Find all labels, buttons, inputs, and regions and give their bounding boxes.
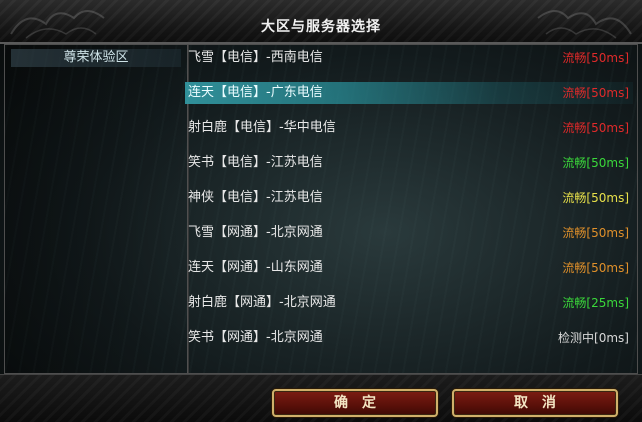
- server-status: 流畅[25ms]: [562, 296, 629, 310]
- server-name: 飞雪【网通】-北京网通: [188, 225, 323, 240]
- server-row[interactable]: 神侠【电信】-江苏电信 流畅[50ms]: [185, 187, 633, 209]
- server-status: 检测中[0ms]: [558, 331, 629, 345]
- cancel-button-label: 取消: [514, 395, 570, 411]
- server-row[interactable]: 连天【网通】-山东网通 流畅[50ms]: [185, 257, 633, 279]
- server-row[interactable]: 笑书【电信】-江苏电信 流畅[50ms]: [185, 152, 633, 174]
- server-status: 流畅[50ms]: [562, 191, 629, 205]
- server-row[interactable]: 射白鹿【电信】-华中电信 流畅[50ms]: [185, 117, 633, 139]
- cloud-ornament-icon: [537, 10, 632, 39]
- server-name: 神侠【电信】-江苏电信: [188, 190, 323, 205]
- server-status: 流畅[50ms]: [562, 86, 629, 100]
- server-status: 流畅[50ms]: [562, 156, 629, 170]
- region-item[interactable]: 尊荣体验区: [11, 49, 181, 67]
- server-row[interactable]: 射白鹿【网通】-北京网通 流畅[25ms]: [185, 292, 633, 314]
- region-item-label: 尊荣体验区: [63, 50, 129, 65]
- server-row[interactable]: 飞雪【电信】-西南电信 流畅[50ms]: [185, 47, 633, 69]
- confirm-button[interactable]: 确定: [272, 389, 438, 417]
- server-row[interactable]: 飞雪【网通】-北京网通 流畅[50ms]: [185, 222, 633, 244]
- bottom-bar: 确定 取消: [0, 374, 642, 422]
- server-name: 射白鹿【网通】-北京网通: [188, 295, 336, 310]
- server-select-window: 大区与服务器选择 尊荣体验区 飞雪【电信】-西南电信 流畅[50ms] 连天【电信】…: [0, 0, 642, 422]
- server-name: 连天【电信】-广东电信: [188, 85, 323, 100]
- server-row[interactable]: 笑书【网通】-北京网通 检测中[0ms]: [185, 327, 633, 349]
- title-bar: 大区与服务器选择: [0, 0, 642, 44]
- selection-panel: 尊荣体验区 飞雪【电信】-西南电信 流畅[50ms] 连天【电信】-广东电信 流畅[5…: [4, 44, 638, 374]
- server-status: 流畅[50ms]: [562, 261, 629, 275]
- server-name: 飞雪【电信】-西南电信: [188, 50, 323, 65]
- server-row[interactable]: 连天【电信】-广东电信 流畅[50ms]: [185, 82, 633, 104]
- server-status: 流畅[50ms]: [562, 121, 629, 135]
- server-name: 笑书【网通】-北京网通: [188, 330, 323, 345]
- server-name: 射白鹿【电信】-华中电信: [188, 120, 336, 135]
- server-status: 流畅[50ms]: [562, 51, 629, 65]
- server-name: 笑书【电信】-江苏电信: [188, 155, 323, 170]
- server-status: 流畅[50ms]: [562, 226, 629, 240]
- server-name: 连天【网通】-山东网通: [188, 260, 323, 275]
- confirm-button-label: 确定: [334, 395, 390, 411]
- cancel-button[interactable]: 取消: [452, 389, 618, 417]
